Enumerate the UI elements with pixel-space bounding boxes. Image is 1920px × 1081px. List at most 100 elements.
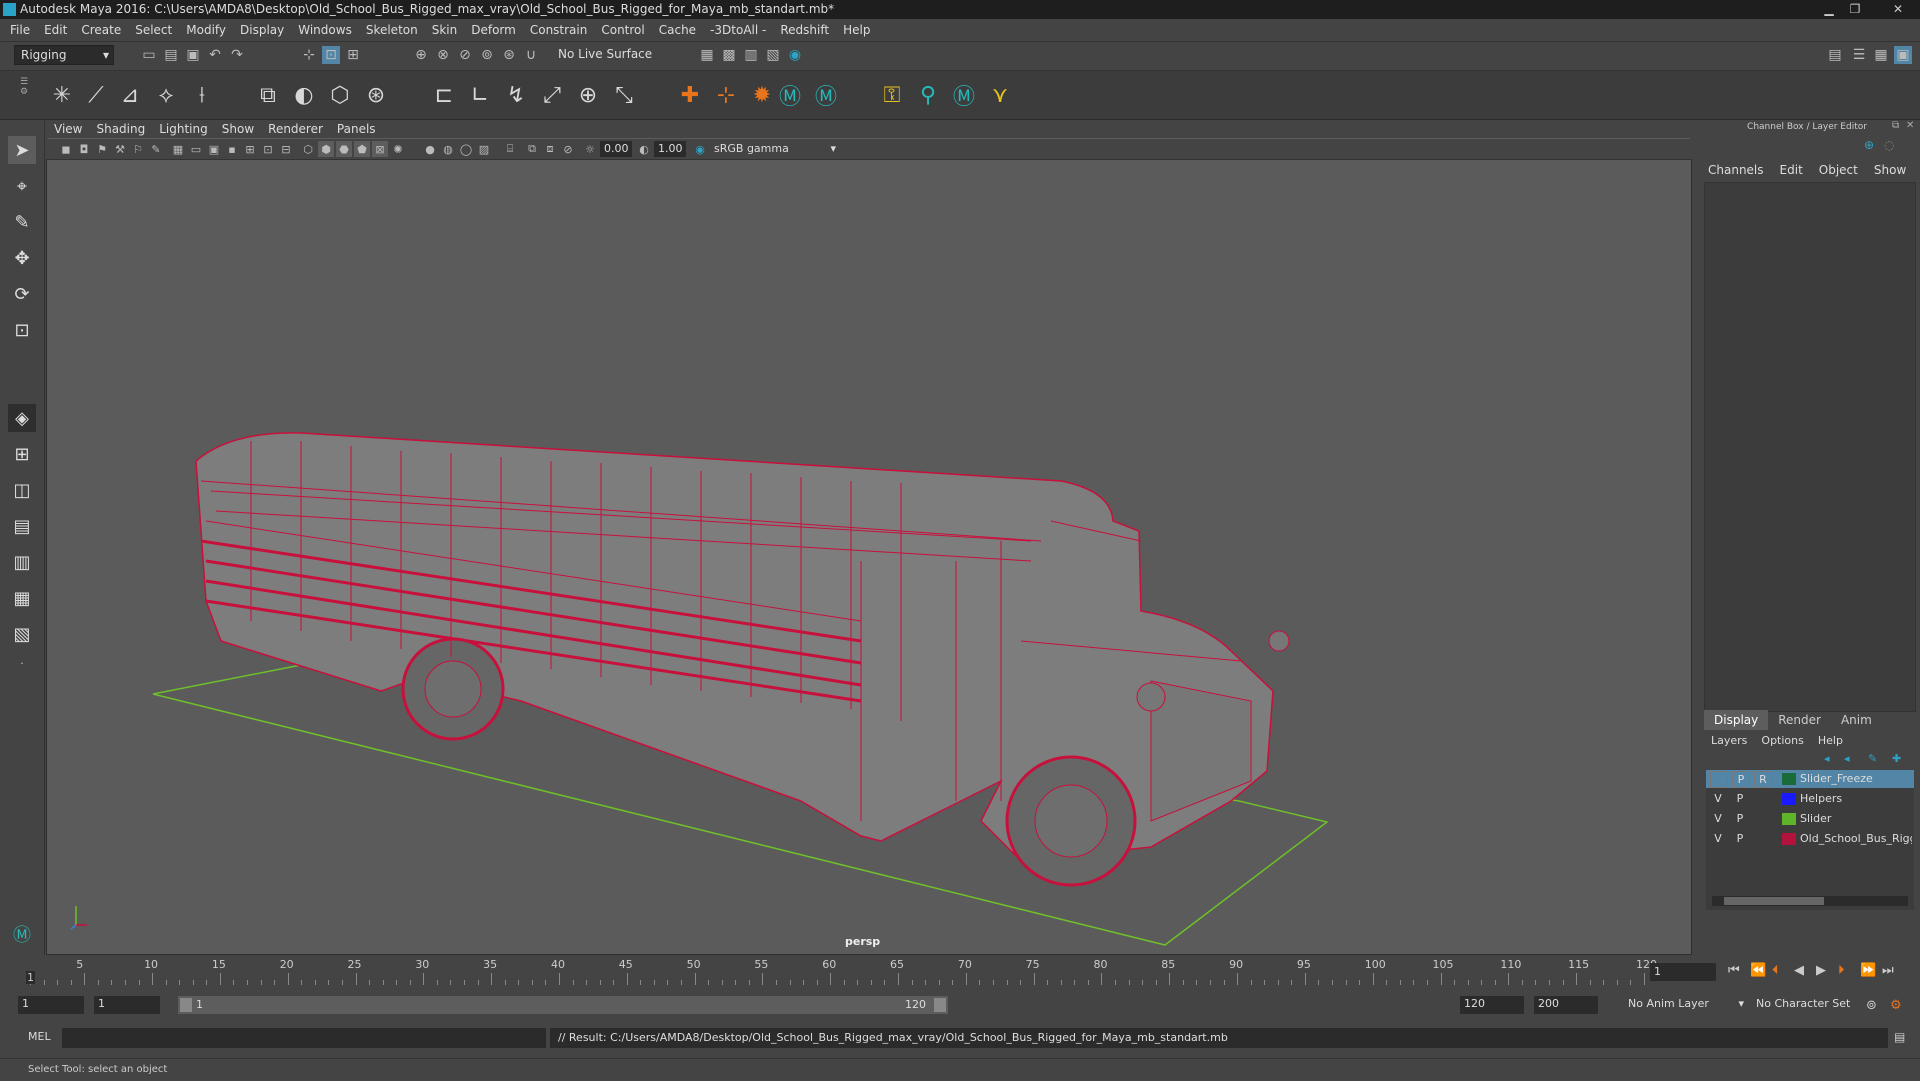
layer-row[interactable]: V P Slider xyxy=(1706,810,1914,828)
range-slider[interactable]: 1 120 xyxy=(178,996,948,1014)
cb-menu-object[interactable]: Object xyxy=(1811,160,1866,180)
frame-all-icon[interactable]: ⊘ xyxy=(560,141,576,157)
layer-row[interactable]: V P Old_School_Bus_Rigged xyxy=(1706,830,1914,848)
render-settings-icon[interactable]: ▦ xyxy=(698,46,716,64)
gamma-field[interactable]: 1.00 xyxy=(654,141,686,157)
panel-menu-view[interactable]: View xyxy=(46,120,89,138)
ik-spline-icon[interactable]: ⊿ xyxy=(116,81,144,109)
single-view-icon[interactable]: ◈ xyxy=(8,404,36,432)
color-space-dropdown[interactable]: sRGB gamma ▾ xyxy=(710,141,840,157)
viewport[interactable]: persp xyxy=(46,120,1692,955)
range-start-handle[interactable] xyxy=(180,998,192,1012)
go-to-start-icon[interactable]: ⏮ xyxy=(1728,963,1740,978)
xray-joints-icon[interactable]: ⧉ xyxy=(524,141,540,157)
ipr-render-icon[interactable]: ▥ xyxy=(742,46,760,64)
menu-select[interactable]: Select xyxy=(128,19,179,41)
color-management-icon[interactable]: ◉ xyxy=(692,141,708,157)
save-scene-icon[interactable]: ▣ xyxy=(184,46,202,64)
safe-action-icon[interactable]: ⊡ xyxy=(260,141,276,157)
layer-color-swatch[interactable] xyxy=(1782,773,1796,785)
command-input[interactable] xyxy=(62,1028,546,1048)
cb-menu-channels[interactable]: Channels xyxy=(1694,160,1772,180)
preferences-icon[interactable]: ⚙ xyxy=(1890,998,1902,1013)
menu-edit[interactable]: Edit xyxy=(37,19,74,41)
menu-skeleton[interactable]: Skeleton xyxy=(359,19,425,41)
bind-skin-icon[interactable]: ⧉ xyxy=(254,81,282,109)
cluster-handle-icon[interactable]: ⊹ xyxy=(712,81,740,109)
script-editor-icon[interactable]: ▤ xyxy=(1894,1030,1905,1044)
layer-row[interactable]: P R Slider_Freeze xyxy=(1706,770,1914,788)
layer-name[interactable]: Helpers xyxy=(1800,790,1912,808)
layer-visibility-toggle[interactable]: V xyxy=(1710,811,1726,826)
close-button[interactable]: ✕ xyxy=(1880,0,1916,18)
new-scene-icon[interactable]: ▭ xyxy=(140,46,158,64)
menu-redshift[interactable]: Redshift xyxy=(773,19,836,41)
playback-start-field[interactable]: 1 xyxy=(94,996,160,1014)
menu-create[interactable]: Create xyxy=(74,19,128,41)
shadows-icon[interactable]: ● xyxy=(422,141,438,157)
ik-handle-icon[interactable]: ⟋ xyxy=(82,81,110,109)
menu-modify[interactable]: Modify xyxy=(179,19,233,41)
graph-persp-icon[interactable]: ▥ xyxy=(8,548,36,576)
layer-menu-help[interactable]: Help xyxy=(1811,731,1850,751)
layer-scrollbar[interactable] xyxy=(1712,896,1908,906)
new-empty-layer-icon[interactable]: ✎ xyxy=(1868,752,1877,765)
point-constraint-icon[interactable]: ∟ xyxy=(466,81,494,109)
two-view-icon[interactable]: ◫ xyxy=(8,476,36,504)
snap-surface-icon[interactable]: ⊛ xyxy=(500,46,518,64)
2d-pan-zoom-icon[interactable]: ⚐ xyxy=(130,141,146,157)
close-panel-icon[interactable]: ✕ xyxy=(1906,120,1914,131)
menuset-dropdown[interactable]: Rigging ▾ xyxy=(14,45,114,65)
float-panel-icon[interactable]: ⧉ xyxy=(1892,120,1899,131)
layer-name[interactable]: Old_School_Bus_Rigged xyxy=(1800,830,1912,848)
layer-reference-toggle[interactable] xyxy=(1754,831,1770,846)
outliner-persp-icon[interactable]: ▤ xyxy=(8,512,36,540)
step-back-frame-icon[interactable]: ⏴ xyxy=(1772,963,1779,978)
step-forward-frame-icon[interactable]: ⏵ xyxy=(1838,963,1845,978)
cb-menu-show[interactable]: Show xyxy=(1866,160,1914,180)
menu-skin[interactable]: Skin xyxy=(425,19,465,41)
smooth-shade-icon[interactable]: ⬢ xyxy=(318,141,334,157)
tab-render[interactable]: Render xyxy=(1768,710,1831,730)
layer-playback-toggle[interactable]: P xyxy=(1732,791,1748,806)
go-to-end-icon[interactable]: ⏭ xyxy=(1882,963,1894,978)
cb-menu-edit[interactable]: Edit xyxy=(1772,160,1811,180)
parent-constraint-icon[interactable]: ⊏ xyxy=(430,81,458,109)
character-set-dropdown[interactable]: No Character Set xyxy=(1752,996,1864,1014)
layer-color-swatch[interactable] xyxy=(1782,793,1796,805)
grid-toggle-icon[interactable]: ▦ xyxy=(170,141,186,157)
isolate-select-icon[interactable]: ⌸ xyxy=(502,141,518,157)
select-tool-icon[interactable]: ➤ xyxy=(8,136,36,164)
open-scene-icon[interactable]: ▤ xyxy=(162,46,180,64)
start-frame-field[interactable]: 1 xyxy=(18,996,84,1014)
panel-menu-lighting[interactable]: Lighting xyxy=(152,120,215,138)
locator-icon[interactable]: ✚ xyxy=(676,81,704,109)
orient-constraint-icon[interactable]: ↯ xyxy=(502,81,530,109)
motion-blur-icon[interactable]: ◯ xyxy=(458,141,474,157)
menu-cache[interactable]: Cache xyxy=(652,19,703,41)
current-frame-field[interactable]: 1 xyxy=(1650,963,1716,981)
menu-help[interactable]: Help xyxy=(836,19,877,41)
snap-curve-icon[interactable]: ⊗ xyxy=(434,46,452,64)
muscle-icon[interactable]: Ⓜ xyxy=(950,81,978,110)
menu-3dtoall[interactable]: -3DtoAll - xyxy=(703,19,773,41)
image-plane-icon[interactable]: ⚒ xyxy=(112,141,128,157)
move-layer-down-icon[interactable]: ◂ xyxy=(1844,752,1850,765)
layer-scrollbar-thumb[interactable] xyxy=(1724,897,1824,905)
step-forward-key-icon[interactable]: ⏩ xyxy=(1860,963,1876,978)
camera-attributes-icon[interactable]: ◘ xyxy=(76,141,92,157)
snap-point-icon[interactable]: ⊘ xyxy=(456,46,474,64)
layer-reference-toggle[interactable] xyxy=(1754,791,1770,806)
move-tool-icon[interactable]: ✥ xyxy=(8,244,36,272)
lights-icon[interactable]: ✺ xyxy=(390,141,406,157)
move-layer-up-icon[interactable]: ◂ xyxy=(1824,752,1830,765)
channel-box-icon[interactable]: ⊕ xyxy=(1864,138,1874,152)
render-frame-icon[interactable]: ▩ xyxy=(720,46,738,64)
select-component-icon[interactable]: ⊞ xyxy=(344,46,362,64)
mirror-joint-icon[interactable]: ⟊ xyxy=(188,81,216,109)
lattice-icon[interactable]: ⬡ xyxy=(326,81,354,109)
layer-playback-toggle[interactable]: P xyxy=(1732,811,1748,826)
textured-icon[interactable]: ⬟ xyxy=(354,141,370,157)
layer-name[interactable]: Slider_Freeze xyxy=(1800,770,1912,788)
range-end-handle[interactable] xyxy=(934,998,946,1012)
